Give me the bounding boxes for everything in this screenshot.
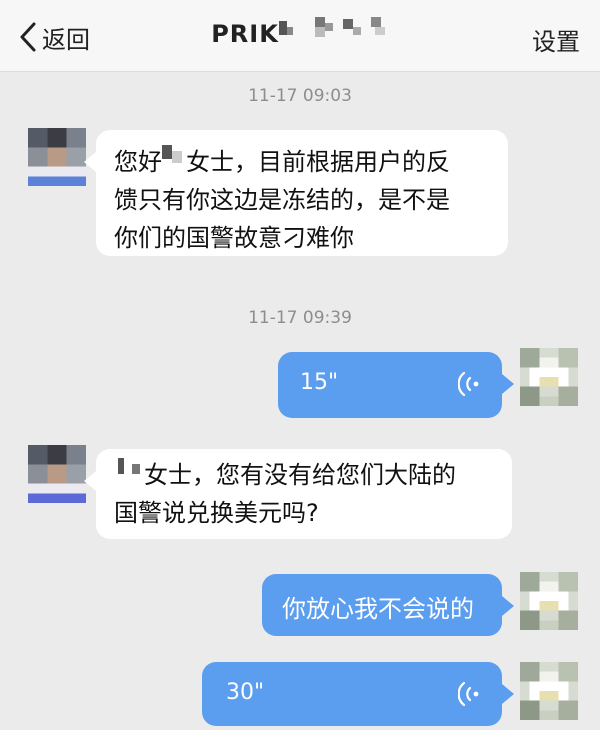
message-line: 您好 女士，目前根据用户的反 [114,143,488,181]
voice-wave-icon [458,681,479,707]
message-line: 国警说兑换美元吗? [114,499,319,527]
chat-title: PRIK [0,17,600,49]
voice-duration: 15" [300,370,339,395]
settings-button[interactable]: 设置 [532,22,580,57]
timestamp: 11-17 09:03 [248,86,352,106]
incoming-message[interactable]: 女士，您有没有给您们大陆的 国警说兑换美元吗? [84,449,512,539]
chat-header: 返回 PRIK 设置 [0,0,600,72]
voice-duration: 30" [226,680,265,705]
incoming-message[interactable]: 您好 女士，目前根据用户的反 馈只有你这边是冻结的，是不是 你们的国警故意刁难你 [84,130,508,256]
chat-title-text: PRIK [211,20,279,48]
timestamp: 11-17 09:39 [248,308,352,328]
redacted-name-mosaic [162,142,186,180]
contact-avatar[interactable] [28,445,86,503]
self-avatar[interactable] [520,348,578,406]
message-line: 你们的国警故意刁难你 [114,224,354,252]
message-text: 你放心我不会说的 [282,595,474,623]
voice-wave-icon [458,371,479,397]
contact-avatar[interactable] [28,128,86,186]
outgoing-voice-message[interactable]: 15" [278,352,514,418]
message-line: 馈只有你这边是冻结的，是不是 [114,186,450,214]
self-avatar[interactable] [520,572,578,630]
self-avatar[interactable] [520,662,578,720]
outgoing-message[interactable]: 你放心我不会说的 [262,574,514,636]
message-line: 女士，您有没有给您们大陆的 [114,456,492,494]
redacted-name-mosaic [278,17,389,49]
redacted-name-mosaic [114,455,144,493]
outgoing-voice-message[interactable]: 30" [202,662,514,726]
